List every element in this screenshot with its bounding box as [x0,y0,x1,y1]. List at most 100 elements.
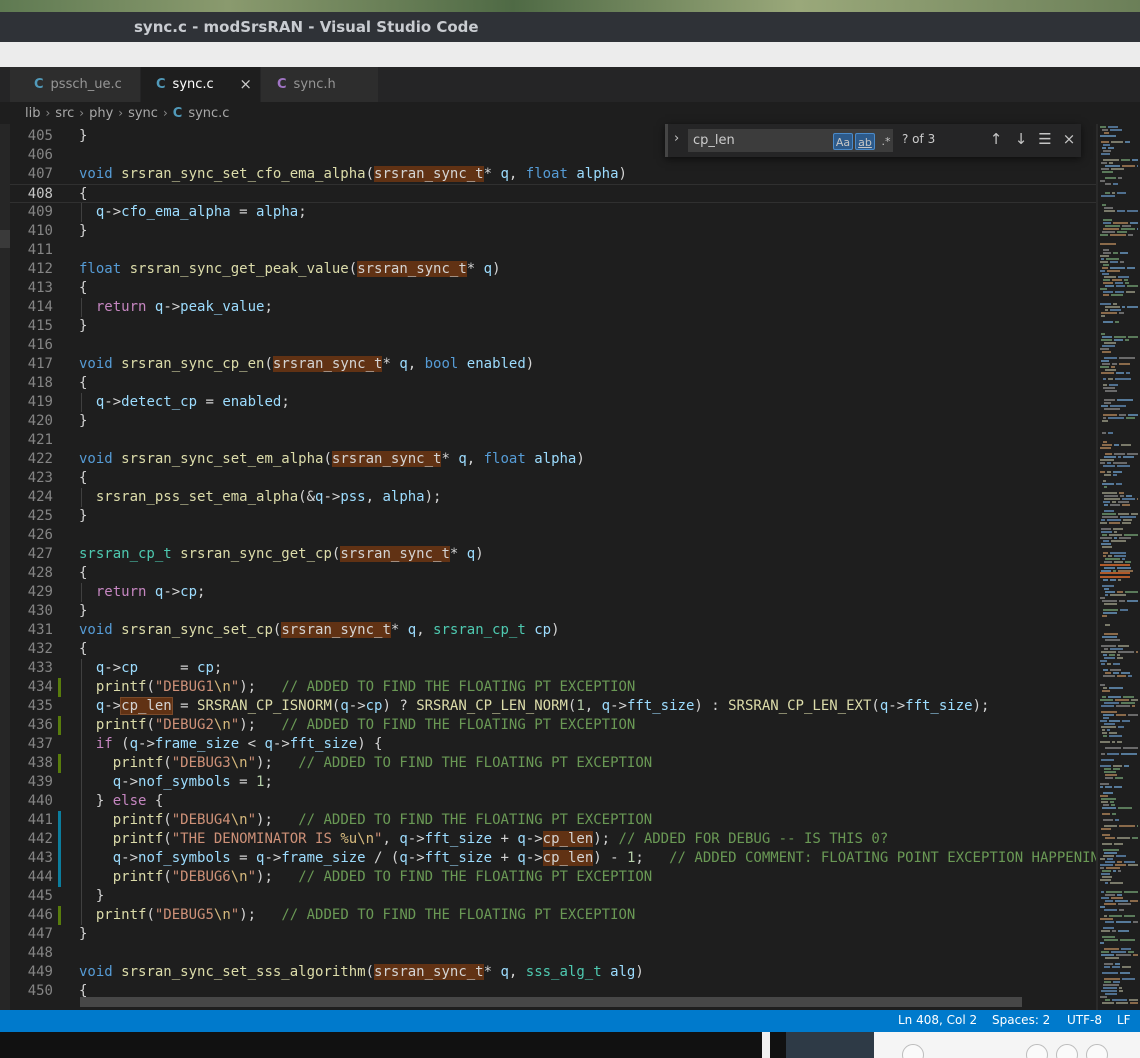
line-number[interactable]: 412 [10,260,53,279]
code-line[interactable]: 424 srsran_pss_set_ema_alpha(&q->pss, al… [10,488,1098,507]
line-number[interactable]: 422 [10,450,53,469]
code-text[interactable]: { [79,279,87,298]
code-line[interactable]: 442 printf("THE DENOMINATOR IS %u\n", q-… [10,830,1098,849]
line-number[interactable]: 405 [10,127,53,146]
code-text[interactable]: printf("DEBUG4\n"); // ADDED TO FIND THE… [79,811,653,830]
close-tab-icon[interactable]: × [239,75,252,93]
code-text[interactable]: printf("DEBUG6\n"); // ADDED TO FIND THE… [79,868,653,887]
line-number[interactable]: 428 [10,564,53,583]
line-number[interactable]: 421 [10,431,53,450]
code-text[interactable]: } [79,507,87,526]
code-line[interactable]: 427 srsran_cp_t srsran_sync_get_cp(srsran… [10,545,1098,564]
code-line[interactable]: 415} [10,317,1098,336]
line-number[interactable]: 438 [10,754,53,773]
code-line[interactable]: 440 } else { [10,792,1098,811]
code-line[interactable]: 429 return q->cp; [10,583,1098,602]
code-line[interactable]: 419 q->detect_cp = enabled; [10,393,1098,412]
code-line[interactable]: 436 printf("DEBUG2\n"); // ADDED TO FIND… [10,716,1098,735]
code-text[interactable]: return q->peak_value; [79,298,273,317]
breadcrumb-item[interactable]: src [55,106,74,121]
code-line[interactable]: 411 [10,241,1098,260]
horizontal-scrollbar[interactable] [80,997,1022,1007]
git-added-marker[interactable] [58,906,61,925]
line-number[interactable]: 450 [10,982,53,1001]
code-line[interactable]: 413 { [10,279,1098,298]
code-line[interactable]: 416 [10,336,1098,355]
code-line[interactable]: 430} [10,602,1098,621]
code-line[interactable]: 428 { [10,564,1098,583]
tab-sync-h[interactable]: C sync.h [261,67,379,102]
git-added-marker[interactable] [58,754,61,773]
code-line[interactable]: 423 { [10,469,1098,488]
code-text[interactable]: } [79,222,87,241]
previous-match-arrow-icon[interactable]: ↑ [986,130,1006,148]
line-number[interactable]: 432 [10,640,53,659]
code-line[interactable]: 447} [10,925,1098,944]
git-added-marker[interactable] [58,716,61,735]
code-text[interactable]: srsran_pss_set_ema_alpha(&q->pss, alpha)… [79,488,442,507]
line-number[interactable]: 447 [10,925,53,944]
code-line[interactable]: 448 [10,944,1098,963]
line-number[interactable]: 442 [10,830,53,849]
taskbar-window-preview[interactable] [874,1032,1140,1058]
line-number[interactable]: 440 [10,792,53,811]
code-line[interactable]: 444 printf("DEBUG6\n"); // ADDED TO FIND… [10,868,1098,887]
line-number[interactable]: 409 [10,203,53,222]
code-text[interactable]: q->nof_symbols = q->frame_size / (q->fft… [79,849,1098,868]
code-text[interactable]: { [79,564,87,583]
line-number[interactable]: 416 [10,336,53,355]
toolbar-circle-icon[interactable] [1086,1044,1108,1058]
code-line[interactable]: 446 printf("DEBUG5\n"); // ADDED TO FIND… [10,906,1098,925]
code-text[interactable]: { [79,640,87,659]
code-line[interactable]: 410} [10,222,1098,241]
code-text[interactable]: } [79,925,87,944]
code-text[interactable]: void srsran_sync_set_sss_algorithm(srsra… [79,963,644,982]
code-text[interactable]: void srsran_sync_cp_en(srsran_sync_t* q,… [79,355,534,374]
code-text[interactable]: } [79,127,87,146]
code-text[interactable]: return q->cp; [79,583,206,602]
code-text[interactable]: void srsran_sync_set_cp(srsran_sync_t* q… [79,621,560,640]
code-text[interactable]: { [79,185,87,204]
line-number[interactable]: 406 [10,146,53,165]
taskbar-window-preview[interactable] [786,1032,874,1058]
code-line[interactable]: 421 [10,431,1098,450]
code-line[interactable]: 439 q->nof_symbols = 1; [10,773,1098,792]
code-text[interactable]: q->cfo_ema_alpha = alpha; [79,203,307,222]
code-line[interactable]: 417 void srsran_sync_cp_en(srsran_sync_t*… [10,355,1098,374]
git-modified-marker[interactable] [58,811,61,830]
code-text[interactable]: printf("DEBUG3\n"); // ADDED TO FIND THE… [79,754,653,773]
code-line[interactable]: 412 float srsran_sync_get_peak_value(srsr… [10,260,1098,279]
code-line[interactable]: 443 q->nof_symbols = q->frame_size / (q-… [10,849,1098,868]
line-number[interactable]: 430 [10,602,53,621]
code-text[interactable]: printf("DEBUG2\n"); // ADDED TO FIND THE… [79,716,636,735]
find-in-selection-icon[interactable]: ☰ [1035,130,1055,148]
code-text[interactable]: srsran_cp_t srsran_sync_get_cp(srsran_sy… [79,545,484,564]
code-line[interactable]: 441 printf("DEBUG4\n"); // ADDED TO FIND… [10,811,1098,830]
breadcrumb-file[interactable]: sync.c [188,106,229,121]
code-text[interactable]: } [79,602,87,621]
toolbar-circle-icon[interactable] [1056,1044,1078,1058]
code-text[interactable]: printf("DEBUG1\n"); // ADDED TO FIND THE… [79,678,636,697]
code-line[interactable]: 449 void srsran_sync_set_sss_algorithm(sr… [10,963,1098,982]
line-number[interactable]: 410 [10,222,53,241]
line-number[interactable]: 435 [10,697,53,716]
code-line[interactable]: 433 q->cp = cp; [10,659,1098,678]
code-line[interactable]: 437 if (q->frame_size < q->fft_size) { [10,735,1098,754]
code-editor[interactable]: 405} 406 407 void srsran_sync_set_cfo_ema_a… [10,124,1098,1010]
code-line[interactable]: 408 { [10,184,1098,203]
end-of-line-setting[interactable]: LF [1117,1013,1131,1027]
code-line[interactable]: 418 { [10,374,1098,393]
code-line[interactable]: 420} [10,412,1098,431]
code-line[interactable]: 431 void srsran_sync_set_cp(srsran_sync_t… [10,621,1098,640]
line-number[interactable]: 425 [10,507,53,526]
code-line[interactable]: 435 q->cp_len = SRSRAN_CP_ISNORM(q->cp) … [10,697,1098,716]
code-line[interactable]: 425} [10,507,1098,526]
line-number[interactable]: 446 [10,906,53,925]
line-number[interactable]: 414 [10,298,53,317]
code-line[interactable]: 407 void srsran_sync_set_cfo_ema_alpha(sr… [10,165,1098,184]
code-text[interactable]: { [79,374,87,393]
code-text[interactable]: q->nof_symbols = 1; [79,773,273,792]
code-text[interactable]: } [79,412,87,431]
code-text[interactable]: } else { [79,792,163,811]
line-number[interactable]: 436 [10,716,53,735]
